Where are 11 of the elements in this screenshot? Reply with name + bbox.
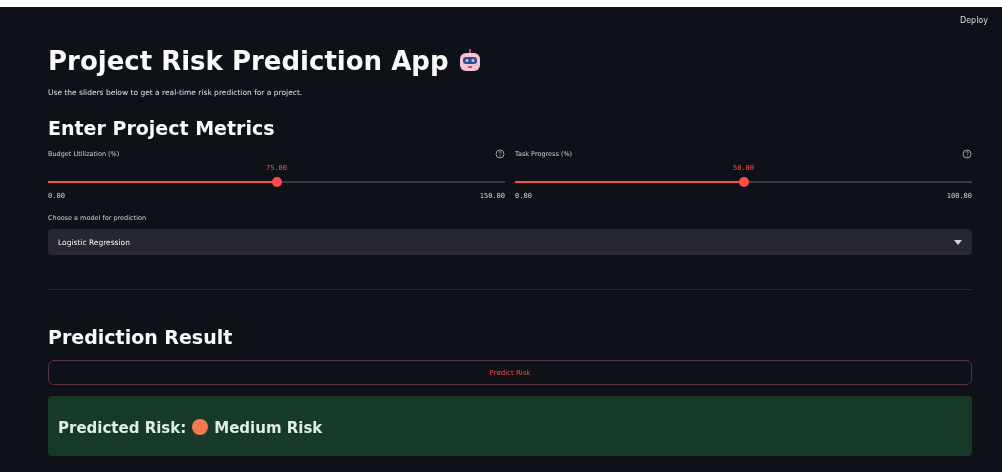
help-icon[interactable] xyxy=(495,149,505,159)
slider-thumb[interactable] xyxy=(738,177,749,187)
result-value: Medium Risk xyxy=(214,419,323,437)
deploy-button[interactable]: Deploy xyxy=(956,11,992,29)
help-icon[interactable] xyxy=(962,149,972,159)
caret-icon xyxy=(954,239,962,245)
slider-thumb[interactable] xyxy=(271,177,282,187)
section-heading: Enter Project Metrics xyxy=(48,117,276,139)
section-heading: Prediction Result xyxy=(48,326,234,348)
page-title: Project Risk Prediction App xyxy=(48,46,449,76)
result-label: Predicted Risk: xyxy=(58,419,187,437)
